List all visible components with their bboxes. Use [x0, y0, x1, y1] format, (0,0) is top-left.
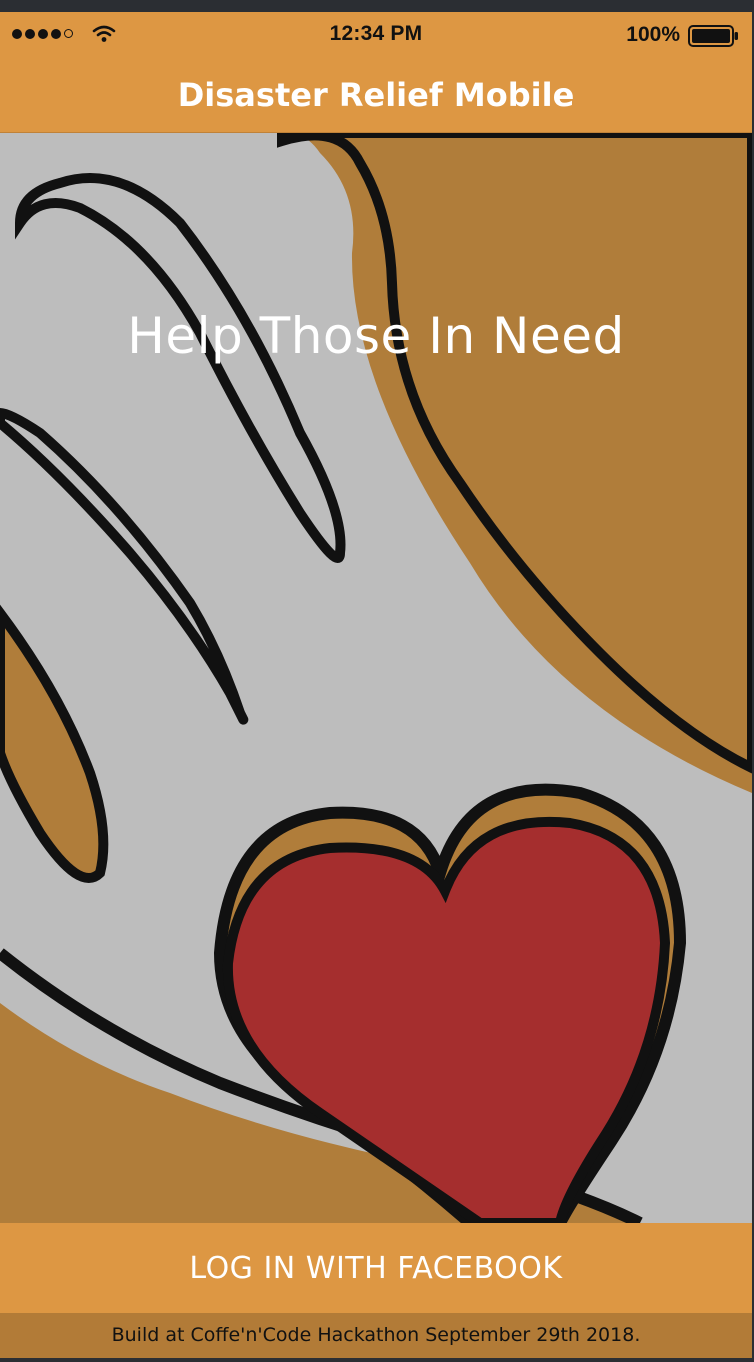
footer-credits: Build at Coffe'n'Code Hackathon Septembe…: [0, 1313, 752, 1358]
nav-title: Disaster Relief Mobile: [177, 76, 575, 114]
battery-full-icon: [688, 25, 738, 47]
status-bar: 12:34 PM 100%: [0, 12, 752, 56]
hand-with-heart-illustration: [0, 133, 752, 1223]
hero-title: Help Those In Need: [127, 307, 625, 365]
navigation-bar: Disaster Relief Mobile: [0, 56, 752, 133]
battery-percent: 100%: [626, 23, 680, 46]
hero-image: Help Those In Need: [0, 133, 752, 1223]
facebook-login-button[interactable]: LOG IN WITH FACEBOOK: [0, 1223, 752, 1313]
app-screen: 12:34 PM 100% Disaster Relief Mobile Hel…: [0, 12, 752, 1358]
